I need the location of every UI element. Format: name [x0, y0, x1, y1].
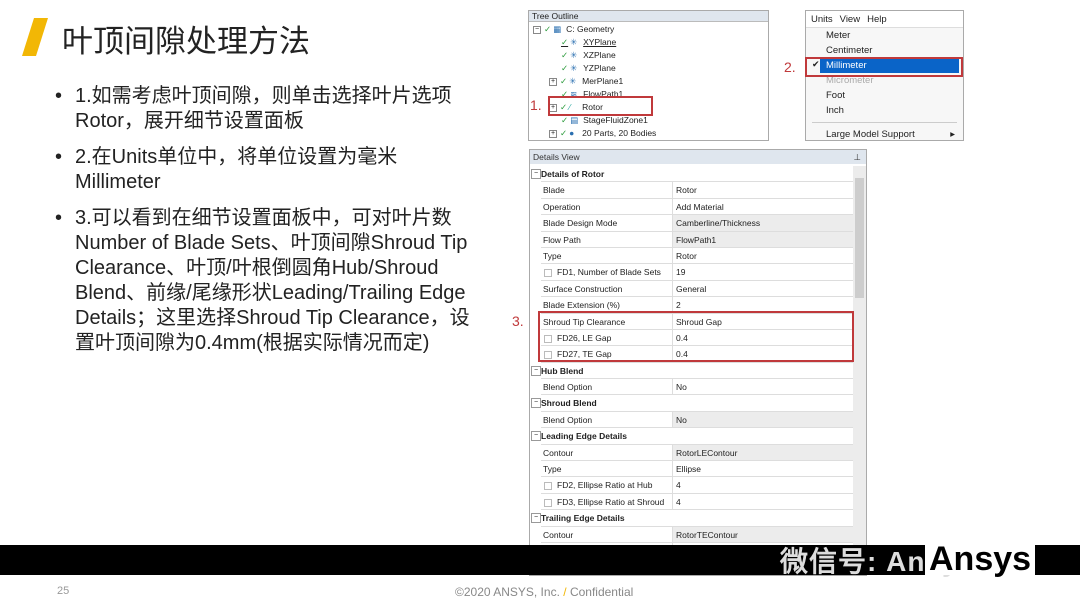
property-name: FD1, Number of Blade Sets	[541, 264, 673, 280]
step-label-3: 3.	[512, 313, 524, 329]
details-group-header[interactable]: Leading Edge Details	[531, 428, 854, 445]
details-view-header: Details View ⊥	[530, 150, 866, 164]
details-row[interactable]: FD2, Ellipse Ratio at Hub 4	[541, 477, 854, 494]
footer-text: ©2020 ANSYS, Inc. / Confidential	[455, 585, 634, 599]
menu-units[interactable]: Units	[811, 14, 833, 25]
details-row[interactable]: Operation Add Material	[541, 198, 854, 216]
property-name: Contour	[541, 444, 673, 461]
menu-bar: Units View Help	[806, 11, 963, 28]
parameter-checkbox[interactable]	[544, 482, 552, 491]
property-value[interactable]: Camberline/Thickness	[673, 215, 854, 231]
menu-item-meter[interactable]: Meter	[806, 28, 963, 43]
tree-item-geometry[interactable]: − ✓ ▦ C: Geometry	[533, 23, 614, 35]
details-row[interactable]: FD1, Number of Blade Sets 19	[541, 264, 854, 281]
page-title: 叶顶间隙处理方法	[62, 24, 310, 59]
highlight-rotor	[548, 96, 653, 116]
property-name: Blade Design Mode	[541, 215, 673, 231]
tree-outline-header: Tree Outline	[529, 11, 768, 22]
submenu-arrow-icon: ▸	[950, 129, 955, 140]
ansys-logo: Ansys	[925, 542, 1036, 576]
details-row[interactable]: TypeEllipse	[541, 461, 854, 478]
parameter-checkbox[interactable]	[544, 498, 552, 507]
details-group-header[interactable]: Hub Blend	[531, 363, 854, 380]
details-group-header[interactable]: Shroud Blend	[531, 395, 854, 412]
property-name: Operation	[541, 198, 673, 215]
menu-item-foot[interactable]: Foot	[806, 88, 963, 103]
geometry-icon: ▦	[553, 24, 562, 34]
property-name: Blade	[541, 182, 673, 198]
details-row[interactable]: Flow Path FlowPath1	[541, 231, 854, 248]
property-value[interactable]: No	[673, 379, 854, 394]
details-row[interactable]: Surface Construction General	[541, 280, 854, 298]
property-value[interactable]: Add Material	[673, 199, 854, 214]
plane-icon: ✳	[570, 50, 578, 60]
property-value[interactable]: Rotor	[673, 248, 854, 263]
menu-item-inch[interactable]: Inch	[806, 103, 963, 118]
property-name: Type	[541, 461, 673, 477]
step-label-1: 1.	[530, 97, 542, 113]
tree-item-parts[interactable]: + ✓ ● 20 Parts, 20 Bodies	[549, 127, 656, 139]
property-name: Blend Option	[541, 379, 673, 395]
brand-slash-icon	[22, 18, 48, 56]
tree-outline-panel: Tree Outline − ✓ ▦ C: Geometry ✓ ✳ XYPlane ✓ ✳…	[528, 10, 769, 141]
property-name: FD3, Ellipse Ratio at Shroud	[541, 493, 673, 510]
property-value[interactable]: Ellipse	[673, 461, 854, 476]
parts-icon: ●	[569, 128, 575, 138]
property-name: Flow Path	[541, 231, 673, 247]
property-value[interactable]: No	[673, 411, 854, 428]
highlight-millimeter	[805, 57, 963, 77]
step-label-2: 2.	[784, 59, 796, 75]
pin-icon[interactable]: ⊥	[854, 150, 861, 164]
details-row[interactable]: Contour RotorLEContour	[541, 444, 854, 462]
property-value[interactable]: 4	[673, 477, 854, 492]
tree-item-merplane[interactable]: + ✓ ✳ MerPlane1	[549, 75, 623, 87]
property-name: Surface Construction	[541, 280, 673, 297]
details-group-header[interactable]: Trailing Edge Details	[531, 510, 854, 527]
menu-view[interactable]: View	[840, 14, 860, 25]
property-value[interactable]: Rotor	[673, 182, 854, 197]
property-name: Contour	[541, 526, 673, 542]
details-row[interactable]: Blend Option No	[541, 411, 854, 429]
menu-divider	[812, 122, 957, 123]
property-value[interactable]: RotorLEContour	[673, 444, 854, 461]
details-row[interactable]: FD3, Ellipse Ratio at Shroud 4	[541, 493, 854, 511]
details-row[interactable]: Blend Option No	[541, 379, 854, 396]
parameter-checkbox[interactable]	[544, 269, 552, 278]
details-view-panel: Details View⊥ Details of RotorBladeRotor…	[529, 149, 867, 576]
property-value[interactable]: 4	[673, 494, 854, 509]
property-name: FD2, Ellipse Ratio at Hub	[541, 477, 673, 493]
bullet-item: 2.在Units单位中，将单位设置为毫米Millimeter	[55, 145, 475, 195]
tree-item-xzplane[interactable]: ✓ ✳ XZPlane	[561, 49, 616, 61]
tree-item-yzplane[interactable]: ✓ ✳ YZPlane	[561, 62, 616, 74]
details-row[interactable]: Blade Rotor	[541, 182, 854, 199]
menu-item-centimeter[interactable]: Centimeter	[806, 43, 963, 58]
bullet-item: 3.可以看到在细节设置面板中，可对叶片数Number of Blade Sets…	[55, 206, 475, 356]
property-name: Type	[541, 247, 673, 264]
property-name: Blend Option	[541, 411, 673, 428]
menu-item-large-model-support[interactable]: Large Model Support ▸	[806, 127, 963, 142]
property-value[interactable]: FlowPath1	[673, 231, 854, 247]
bullet-list: 1.如需考虑叶顶间隙，则单击选择叶片选项Rotor，展开细节设置面板 2.在Un…	[55, 84, 475, 367]
property-value[interactable]: General	[673, 281, 854, 296]
details-group-header[interactable]: Details of Rotor	[531, 166, 854, 183]
plane-icon: ✳	[569, 76, 577, 86]
page-number: 25	[57, 585, 70, 597]
details-row[interactable]: Blade Design Mode Camberline/Thickness	[541, 215, 854, 232]
property-value[interactable]: 19	[673, 264, 854, 279]
tree-item-xyplane[interactable]: ✓ ✳ XYPlane	[561, 36, 616, 48]
details-scrollbar[interactable]	[853, 166, 866, 575]
details-rows: Details of RotorBladeRotorOperationAdd M…	[530, 166, 854, 575]
details-row[interactable]: Type Rotor	[541, 247, 854, 265]
menu-help[interactable]: Help	[867, 14, 887, 25]
bullet-item: 1.如需考虑叶顶间隙，则单击选择叶片选项Rotor，展开细节设置面板	[55, 84, 475, 134]
plane-icon: ✳	[570, 63, 578, 73]
highlight-tip-clearance	[538, 311, 854, 362]
plane-icon: ✳	[570, 37, 578, 47]
